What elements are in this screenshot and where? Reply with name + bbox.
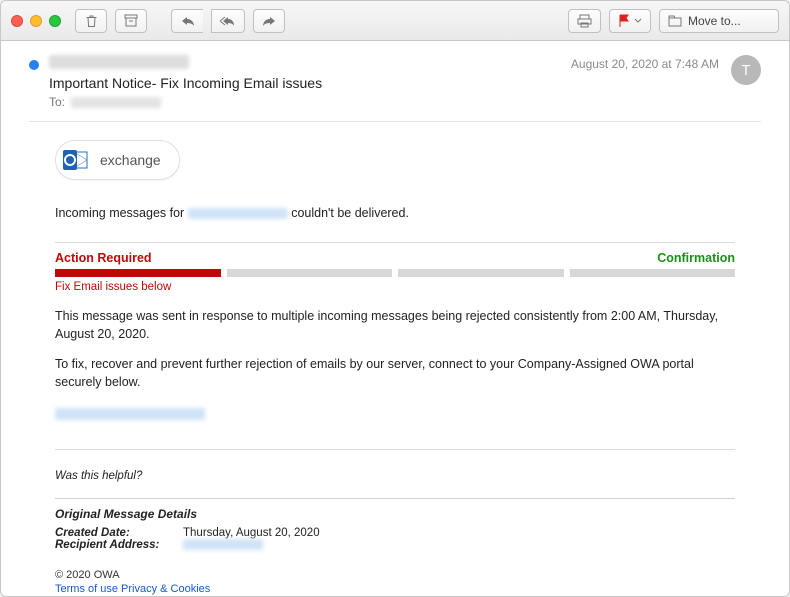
reply-button[interactable] xyxy=(171,9,203,33)
incoming-suffix: couldn't be delivered. xyxy=(291,206,409,220)
was-helpful-text: Was this helpful? xyxy=(55,470,735,482)
flag-button[interactable] xyxy=(609,9,651,33)
created-date-label: Created Date: xyxy=(55,527,165,539)
fix-below-text: Fix Email issues below xyxy=(55,281,735,293)
to-redacted xyxy=(71,97,161,108)
paragraph-1: This message was sent in response to mul… xyxy=(55,307,735,343)
mail-window: Move to... Important Notice- Fix Incomin… xyxy=(0,0,790,597)
message-header: Important Notice- Fix Incoming Email iss… xyxy=(29,55,761,109)
to-line: To: xyxy=(49,95,571,109)
subject-line: Important Notice- Fix Incoming Email iss… xyxy=(49,75,571,91)
header-divider xyxy=(29,121,761,122)
original-details-title: Original Message Details xyxy=(55,507,735,521)
outlook-icon xyxy=(60,145,90,175)
rule-3 xyxy=(55,498,735,499)
rule-1 xyxy=(55,242,735,243)
progress-seg-1 xyxy=(55,269,221,277)
created-date-value: Thursday, August 20, 2020 xyxy=(183,527,320,539)
titlebar: Move to... xyxy=(1,1,789,41)
window-controls xyxy=(11,15,61,27)
progress-seg-4 xyxy=(570,269,736,277)
action-required-label: Action Required xyxy=(55,251,152,265)
folder-move-icon xyxy=(668,15,682,27)
avatar-initial: T xyxy=(741,62,750,79)
to-label: To: xyxy=(49,95,65,109)
recipient-label: Recipient Address: xyxy=(55,539,165,551)
rule-2 xyxy=(55,449,735,450)
avatar: T xyxy=(731,55,761,85)
copyright: © 2020 OWA xyxy=(55,569,735,581)
original-details: Created Date: Thursday, August 20, 2020 … xyxy=(55,527,735,551)
minimize-window-button[interactable] xyxy=(30,15,42,27)
move-to-button[interactable]: Move to... xyxy=(659,9,779,33)
recipient-redacted xyxy=(183,539,263,550)
message-date: August 20, 2020 at 7:48 AM xyxy=(571,57,719,71)
reply-all-icon xyxy=(220,15,236,27)
progress-seg-2 xyxy=(227,269,393,277)
incoming-failure-text: Incoming messages for couldn't be delive… xyxy=(55,206,735,220)
owa-portal-link[interactable] xyxy=(55,409,205,423)
progress-seg-3 xyxy=(398,269,564,277)
forward-button[interactable] xyxy=(253,9,285,33)
junk-button[interactable] xyxy=(115,9,147,33)
trash-button[interactable] xyxy=(75,9,107,33)
incoming-prefix: Incoming messages for xyxy=(55,206,188,220)
zoom-window-button[interactable] xyxy=(49,15,61,27)
legal-links[interactable]: Terms of use Privacy & Cookies xyxy=(55,583,735,595)
move-to-label: Move to... xyxy=(688,14,741,28)
reply-all-button[interactable] xyxy=(211,9,245,33)
message-body: Important Notice- Fix Incoming Email iss… xyxy=(1,41,789,596)
close-window-button[interactable] xyxy=(11,15,23,27)
email-content: exchange Incoming messages for couldn't … xyxy=(29,140,761,595)
progress-bar xyxy=(55,269,735,277)
print-button[interactable] xyxy=(568,9,601,33)
chevron-down-icon xyxy=(634,18,642,24)
reply-icon xyxy=(181,15,195,27)
from-redacted xyxy=(49,55,189,69)
exchange-label: exchange xyxy=(100,152,161,168)
printer-icon xyxy=(577,14,592,28)
forward-icon xyxy=(262,15,276,27)
trash-icon xyxy=(85,14,98,28)
incoming-email-redacted xyxy=(188,208,288,219)
unread-indicator xyxy=(29,60,39,70)
link-redacted xyxy=(55,408,205,420)
exchange-badge: exchange xyxy=(55,140,180,180)
confirmation-label: Confirmation xyxy=(657,251,735,265)
paragraph-2: To fix, recover and prevent further reje… xyxy=(55,355,735,391)
archive-box-icon xyxy=(124,14,138,27)
progress-labels: Action Required Confirmation xyxy=(55,251,735,265)
flag-icon xyxy=(618,14,630,28)
